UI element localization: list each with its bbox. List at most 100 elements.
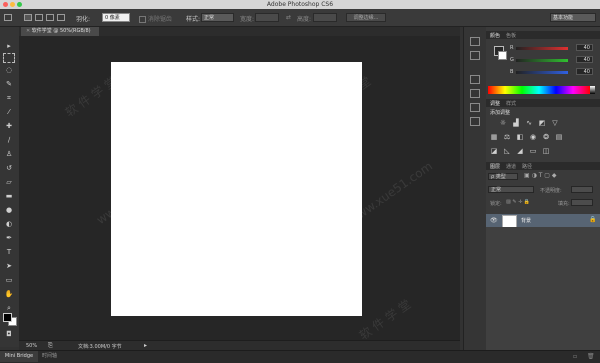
posterize-icon[interactable]: ◺ (503, 147, 511, 155)
hand-tool-icon[interactable]: ✋ (3, 289, 15, 299)
history-panel-icon[interactable] (470, 37, 480, 46)
visibility-eye-icon[interactable]: 👁 (490, 217, 498, 224)
channel-g-slider[interactable] (516, 59, 568, 62)
workspace-select[interactable]: 基本功能 (550, 13, 596, 22)
feather-input[interactable]: 0 像素 (102, 13, 130, 22)
tab-styles[interactable]: 样式 (506, 100, 516, 107)
color-lookup-icon[interactable]: ▤ (555, 133, 563, 141)
layer-name[interactable]: 背景 (521, 217, 531, 224)
new-layer-icon[interactable]: ▫ (573, 351, 577, 362)
lasso-tool-icon[interactable]: ◌ (3, 65, 15, 75)
antialias-checkbox[interactable]: 消除锯齿 (139, 14, 172, 23)
document-tab[interactable]: ✕ 软件学堂 @ 50%(RGB/8) (21, 27, 99, 36)
brush-tool-icon[interactable]: ∕ (3, 135, 15, 145)
pen-tool-icon[interactable]: ✒ (3, 233, 15, 243)
height-input[interactable] (313, 13, 337, 22)
info-arrow-icon[interactable]: ▸ (144, 342, 147, 349)
dodge-tool-icon[interactable]: ◐ (3, 219, 15, 229)
adjustments-panel-tabs: 调整 样式 (486, 99, 600, 107)
subtract-selection-icon[interactable] (46, 14, 54, 21)
tab-channels[interactable]: 通道 (506, 163, 516, 170)
zoom-tool-icon[interactable]: ⌕ (3, 303, 15, 313)
antialias-label: 消除锯齿 (147, 16, 172, 23)
blur-tool-icon[interactable]: ● (3, 205, 15, 215)
character-panel-icon[interactable] (470, 75, 480, 84)
layer-row-background[interactable]: 👁 背景 🔒 (486, 214, 600, 228)
blend-mode-select[interactable]: 正常 (488, 186, 534, 193)
style-select[interactable]: 正常 (201, 13, 234, 22)
clone-stamp-tool-icon[interactable]: ♙ (3, 149, 15, 159)
selective-color-icon[interactable]: ◫ (542, 147, 550, 155)
tab-color[interactable]: 颜色 (490, 32, 500, 39)
antialias-checkbox-box[interactable] (139, 16, 146, 23)
photo-filter-icon[interactable]: ◉ (529, 133, 537, 141)
tab-adjustments[interactable]: 调整 (490, 100, 500, 107)
color-spectrum[interactable] (488, 86, 590, 94)
lock-icons[interactable]: ▨ ✎ ✛ 🔒 (506, 199, 530, 205)
channel-mixer-icon[interactable]: ❂ (542, 133, 550, 141)
width-input[interactable] (255, 13, 279, 22)
foreground-color-swatch[interactable] (3, 313, 12, 322)
gradient-tool-icon[interactable]: ▬ (3, 191, 15, 201)
brush-panel-icon[interactable] (470, 103, 480, 112)
eraser-tool-icon[interactable]: ▱ (3, 177, 15, 187)
curves-icon[interactable]: ∿ (525, 119, 533, 127)
swap-icon[interactable]: ⇄ (286, 14, 291, 21)
trash-icon[interactable]: 🗑 (587, 351, 595, 362)
layer-lock-icon: 🔒 (589, 216, 597, 223)
bw-icon[interactable]: ◧ (516, 133, 524, 141)
properties-panel-icon[interactable] (470, 51, 480, 60)
tab-paths[interactable]: 路径 (522, 163, 532, 170)
layer-filter-icons[interactable]: ▣ ◑ T ▢ ◆ (524, 172, 556, 179)
marquee-preset-icon[interactable] (4, 14, 12, 21)
history-brush-tool-icon[interactable]: ↺ (3, 163, 15, 173)
invert-icon[interactable]: ◪ (490, 147, 498, 155)
move-tool-icon[interactable]: ▸ (3, 41, 15, 51)
app-title: Adobe Photoshop CS6 (266, 1, 334, 8)
color-balance-icon[interactable]: ⚖ (503, 133, 511, 141)
quick-mask-icon[interactable]: ◘ (3, 329, 15, 339)
crop-tool-icon[interactable]: ⌗ (3, 93, 15, 103)
refine-edge-button[interactable]: 调整边缘... (346, 13, 386, 22)
threshold-icon[interactable]: ◢ (516, 147, 524, 155)
healing-tool-icon[interactable]: ✚ (3, 121, 15, 131)
tab-timeline[interactable]: 时间轴 (42, 351, 57, 362)
channel-b-slider[interactable] (516, 71, 568, 74)
add-selection-icon[interactable] (35, 14, 43, 21)
channel-b-value[interactable]: 40 (576, 68, 593, 75)
panel-icon-column (463, 27, 486, 350)
type-tool-icon[interactable]: T (3, 247, 15, 257)
height-label: 高度: (297, 16, 312, 23)
tab-mini-bridge[interactable]: Mini Bridge (0, 351, 38, 362)
document-canvas[interactable] (111, 62, 362, 316)
color-background-swatch[interactable] (498, 51, 507, 60)
brightness-icon[interactable]: ☼ (499, 119, 507, 127)
hue-sat-icon[interactable]: ▦ (490, 133, 498, 141)
eyedropper-tool-icon[interactable]: ⁄ (3, 107, 15, 117)
levels-icon[interactable]: ▟ (512, 119, 520, 127)
intersect-selection-icon[interactable] (57, 14, 65, 21)
tab-swatches[interactable]: 色板 (506, 32, 516, 39)
channel-g-value[interactable]: 40 (576, 56, 593, 63)
vibrance-icon[interactable]: ▽ (551, 119, 559, 127)
watermark-text: 软 件 学 堂 (356, 297, 414, 343)
clone-source-panel-icon[interactable] (470, 117, 480, 126)
new-selection-icon[interactable] (24, 14, 32, 21)
tab-layers[interactable]: 图层 (490, 163, 500, 170)
quick-select-tool-icon[interactable]: ✎ (3, 79, 15, 89)
opacity-input[interactable] (571, 186, 593, 193)
channel-r-value[interactable]: 40 (576, 44, 593, 51)
path-select-tool-icon[interactable]: ➤ (3, 261, 15, 271)
exposure-icon[interactable]: ◩ (538, 119, 546, 127)
shape-tool-icon[interactable]: ▭ (3, 275, 15, 285)
layer-filter-select[interactable]: ρ 类型 (488, 173, 518, 180)
opacity-label: 不透明度: (540, 188, 562, 194)
marquee-tool-icon[interactable] (3, 53, 15, 63)
grayscale-ramp[interactable] (590, 86, 595, 94)
paragraph-panel-icon[interactable] (470, 89, 480, 98)
gradient-map-icon[interactable]: ▭ (529, 147, 537, 155)
zoom-level[interactable]: 50% (26, 343, 37, 349)
fill-input[interactable] (571, 199, 593, 206)
channel-r-slider[interactable] (516, 47, 568, 50)
export-icon[interactable]: ⎘ (48, 342, 53, 350)
